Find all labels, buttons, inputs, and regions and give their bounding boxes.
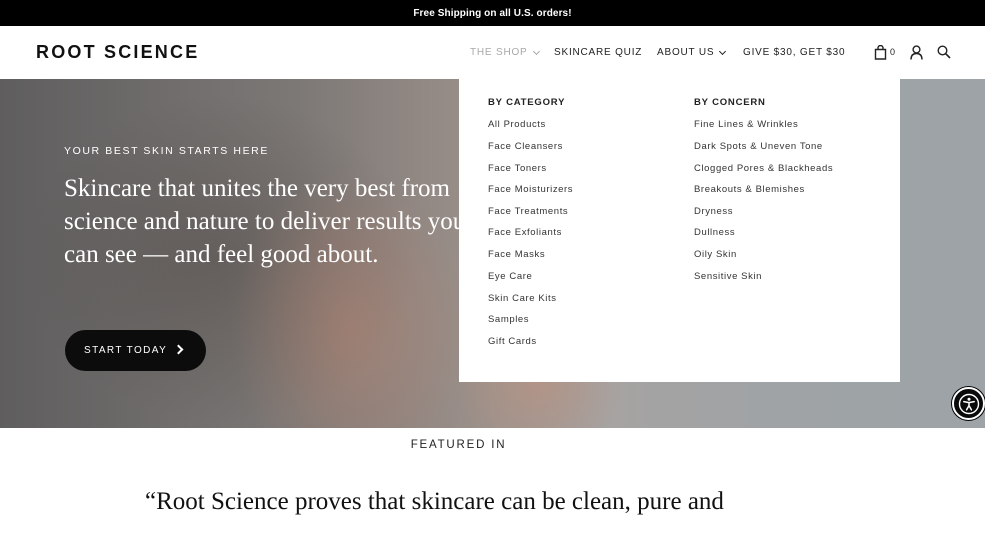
featured-in-heading: FEATURED IN [410,439,507,451]
category-heading: BY CATEGORY [488,97,566,108]
accessibility-button[interactable] [952,387,985,420]
menu-link-clogged-pores[interactable]: Clogged Pores & Blackheads [694,163,833,174]
nav-about-us-label: ABOUT US [657,47,715,58]
concern-heading: BY CONCERN [694,97,766,108]
menu-link-face-moisturizers[interactable]: Face Moisturizers [488,184,573,195]
nav-skincare-quiz[interactable]: SKINCARE QUIZ [554,47,642,58]
account-button[interactable] [910,43,923,61]
menu-link-face-exfoliants[interactable]: Face Exfoliants [488,227,562,238]
start-today-button[interactable]: START TODAY [65,330,206,371]
shop-mega-menu: BY CATEGORY All Products Face Cleansers … [459,79,900,382]
press-quote: “Root Science proves that skincare can b… [145,488,724,515]
menu-link-sensitive-skin[interactable]: Sensitive Skin [694,271,762,282]
nav-referral[interactable]: GIVE $30, GET $30 [743,47,845,58]
account-icon [910,44,923,60]
chevron-down-icon [532,47,540,55]
cart-button[interactable]: 0 [874,43,895,61]
menu-link-face-masks[interactable]: Face Masks [488,249,545,260]
menu-link-face-toners[interactable]: Face Toners [488,163,547,174]
start-today-label: START TODAY [84,345,168,356]
nav-the-shop-label: THE SHOP [470,47,528,58]
menu-link-oily-skin[interactable]: Oily Skin [694,249,737,260]
press-quote-next-line [395,526,545,533]
chevron-right-icon [173,344,184,355]
menu-link-face-treatments[interactable]: Face Treatments [488,206,568,217]
menu-link-dullness[interactable]: Dullness [694,227,735,238]
bag-icon [874,44,887,60]
hero-headline: Skincare that unites the very best from … [64,175,466,268]
logo[interactable]: ROOT SCIENCE [36,42,199,63]
search-icon [937,45,951,59]
nav-skincare-quiz-label: SKINCARE QUIZ [554,47,643,58]
chevron-down-icon [719,47,727,55]
announcement-text: Free Shipping on all U.S. orders! [413,7,572,19]
menu-link-gift-cards[interactable]: Gift Cards [488,336,537,347]
search-button[interactable] [937,43,951,61]
accessibility-icon [958,393,979,414]
announcement-bar: Free Shipping on all U.S. orders! [0,0,985,26]
menu-link-dark-spots[interactable]: Dark Spots & Uneven Tone [694,141,823,152]
nav-referral-label: GIVE $30, GET $30 [743,47,846,58]
site-header: ROOT SCIENCE THE SHOP SKINCARE QUIZ ABOU… [0,26,985,79]
nav-about-us[interactable]: ABOUT US [657,47,727,58]
menu-link-breakouts[interactable]: Breakouts & Blemishes [694,184,805,195]
menu-link-skin-care-kits[interactable]: Skin Care Kits [488,293,557,304]
menu-link-fine-lines[interactable]: Fine Lines & Wrinkles [694,119,798,130]
cart-count: 0 [890,47,896,57]
menu-link-samples[interactable]: Samples [488,314,529,325]
menu-link-dryness[interactable]: Dryness [694,206,733,217]
nav-the-shop[interactable]: THE SHOP [470,47,540,58]
menu-link-face-cleansers[interactable]: Face Cleansers [488,141,563,152]
menu-link-eye-care[interactable]: Eye Care [488,271,532,282]
hero-eyebrow: YOUR BEST SKIN STARTS HERE [64,145,269,157]
menu-link-all-products[interactable]: All Products [488,119,546,130]
